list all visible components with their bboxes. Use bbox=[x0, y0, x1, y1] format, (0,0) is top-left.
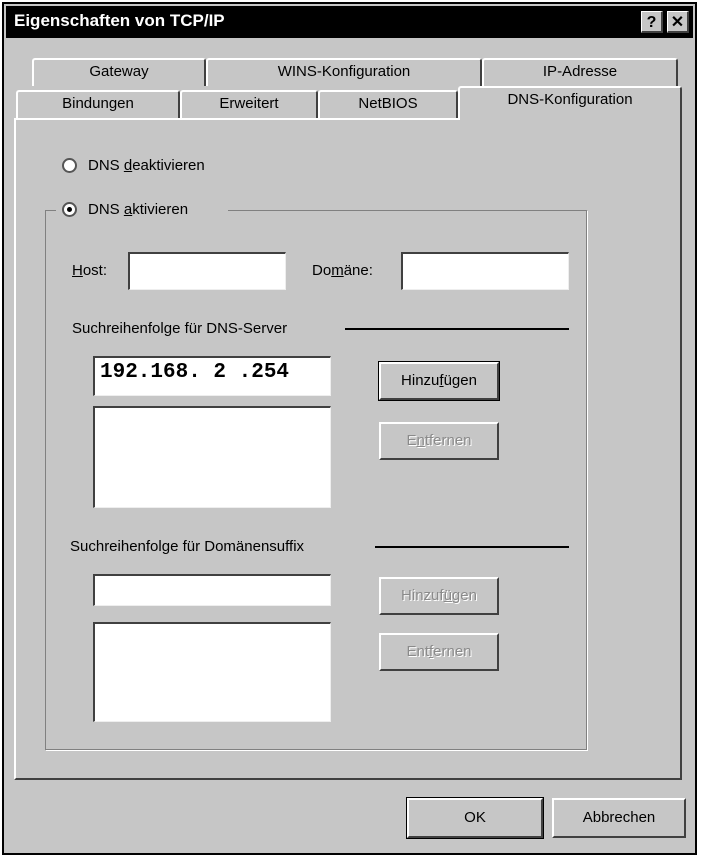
domain-suffix-input[interactable] bbox=[93, 574, 331, 606]
domain-suffix-section-label: Suchreihenfolge für Domänensuffix bbox=[70, 538, 305, 555]
ok-button[interactable]: OK bbox=[406, 797, 544, 839]
dns-config-content: DNS deaktivieren DNS aktivieren Host: Do… bbox=[0, 0, 701, 859]
domain-label: Domäne: bbox=[312, 262, 373, 279]
domain-suffix-list[interactable] bbox=[93, 622, 331, 722]
host-label: Host: bbox=[72, 262, 108, 279]
dns-activate-radio[interactable] bbox=[62, 202, 77, 217]
dns-server-section-label: Suchreihenfolge für DNS-Server bbox=[72, 320, 288, 337]
add-domain-suffix-button[interactable]: Hinzufügen bbox=[379, 577, 499, 615]
host-input[interactable] bbox=[128, 252, 286, 290]
dns-deactivate-radio[interactable] bbox=[62, 158, 77, 173]
remove-dns-server-button[interactable]: Entfernen bbox=[379, 422, 499, 460]
dns-activate-label: DNS aktivieren bbox=[88, 201, 189, 218]
dns-server-input[interactable]: 192.168. 2 .254 bbox=[93, 356, 331, 396]
section-divider bbox=[375, 546, 569, 548]
cancel-button[interactable]: Abbrechen bbox=[552, 798, 686, 838]
remove-domain-suffix-button[interactable]: Entfernen bbox=[379, 633, 499, 671]
dns-deactivate-label: DNS deaktivieren bbox=[88, 157, 205, 174]
radio-selected-dot bbox=[67, 207, 72, 212]
section-divider bbox=[345, 328, 569, 330]
add-dns-server-button[interactable]: Hinzufügen bbox=[378, 361, 500, 401]
dns-server-list[interactable] bbox=[93, 406, 331, 508]
domain-input[interactable] bbox=[401, 252, 569, 290]
